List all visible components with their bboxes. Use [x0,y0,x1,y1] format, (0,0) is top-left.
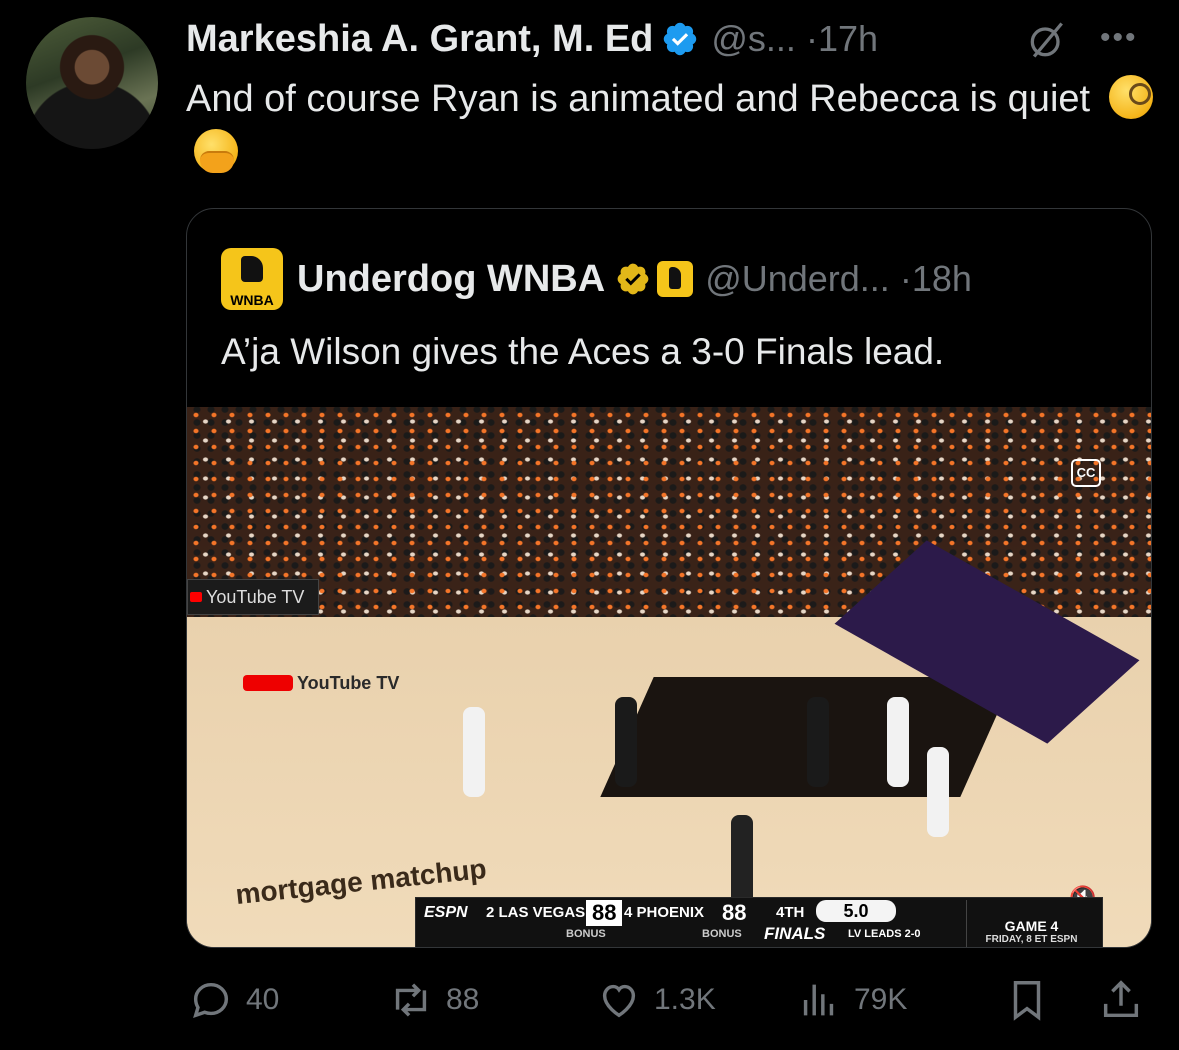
handle-text[interactable]: @s... [711,18,796,59]
team2-bonus: BONUS [702,928,742,940]
quoted-handle-text[interactable]: @Underd... [705,258,890,299]
tweet-body: And of course Ryan is animated and Rebec… [186,78,1091,120]
finals-label: FINALS [764,924,826,943]
face-with-hand-over-mouth-emoji-icon [194,129,238,173]
affiliate-badge-icon [657,261,694,297]
youtube-tv-board: YouTube TV [187,579,319,615]
player [807,697,829,787]
share-button[interactable] [1098,972,1144,1028]
network-label: ESPN [424,904,468,921]
quoted-author-name[interactable]: Underdog WNBA [297,258,605,301]
like-count: 1.3K [654,983,716,1016]
author-avatar[interactable] [26,17,158,149]
heart-icon [602,984,636,1018]
quarter-label: 4TH [776,904,805,921]
repost-icon [395,983,427,1017]
reply-count: 40 [246,983,280,1016]
next-game-info: GAME 4 FRIDAY, 8 ET ESPN [966,900,1096,947]
author-name[interactable]: Markeshia A. Grant, M. Ed [186,18,653,61]
tweet-text: And of course Ryan is animated and Rebec… [186,72,1156,180]
player [731,815,753,905]
next-game-time: FRIDAY, 8 ET ESPN [985,934,1078,945]
tweet-time[interactable]: ·17h [806,18,878,59]
player [615,697,637,787]
team1-bonus: BONUS [566,928,606,940]
verified-badge-icon [664,22,697,56]
quoted-header: WNBA Underdog WNBA @Underd... ·18h [221,248,972,310]
next-game-label: GAME 4 [1004,918,1059,934]
quoted-text: A’ja Wilson gives the Aces a 3-0 Finals … [221,331,945,372]
bookmark-button[interactable] [1004,972,1050,1028]
views-icon [803,984,834,1016]
gold-verified-badge-icon [617,263,649,295]
series-status: LV LEADS 2-0 [848,928,921,940]
underdog-logo-icon [241,256,263,282]
youtube-tv-court-logo: YouTube TV [243,673,399,694]
quoted-time[interactable]: ·18h [900,258,972,299]
team1-name: 2 LAS VEGAS [486,904,586,921]
avatar-label: WNBA [230,292,274,308]
views-button[interactable]: 79K [796,972,907,1028]
scoreboard: ESPN 2 LAS VEGAS 88 4 PHOENIX 88 4TH 5.0… [415,897,1103,947]
action-bar: 40 88 1.3K 79K [0,972,1179,1032]
player [887,697,909,787]
team1-score: 88 [586,900,623,926]
like-button[interactable]: 1.3K [596,972,716,1028]
quoted-author-avatar[interactable]: WNBA [221,248,283,310]
face-with-monocle-emoji-icon [1108,75,1153,119]
reply-icon [193,982,229,1019]
bookmark-icon [1013,981,1041,1021]
author-handle[interactable]: @s... ·17h [711,18,878,60]
player [463,707,485,797]
quoted-handle[interactable]: @Underd... ·18h [705,258,972,300]
repost-button[interactable]: 88 [388,972,479,1028]
reply-button[interactable]: 40 [188,972,279,1028]
share-icon [1103,980,1139,1018]
quoted-tweet[interactable]: WNBA Underdog WNBA @Underd... ·18h A’ja … [186,208,1152,948]
closed-captions-icon[interactable]: CC [1071,459,1101,487]
more-options-icon[interactable]: ••• [1100,18,1146,58]
video-player[interactable]: YouTube TV YouTube TV mortgage matchup C… [187,407,1151,947]
tweet-header: Markeshia A. Grant, M. Ed @s... ·17h [186,14,878,64]
player [927,747,949,837]
grok-icon[interactable] [1024,18,1070,62]
team2-score: 88 [722,900,747,925]
shot-clock: 5.0 [816,900,896,922]
repost-count: 88 [446,983,480,1016]
team2-name: 4 PHOENIX [624,904,705,921]
views-count: 79K [854,983,908,1016]
